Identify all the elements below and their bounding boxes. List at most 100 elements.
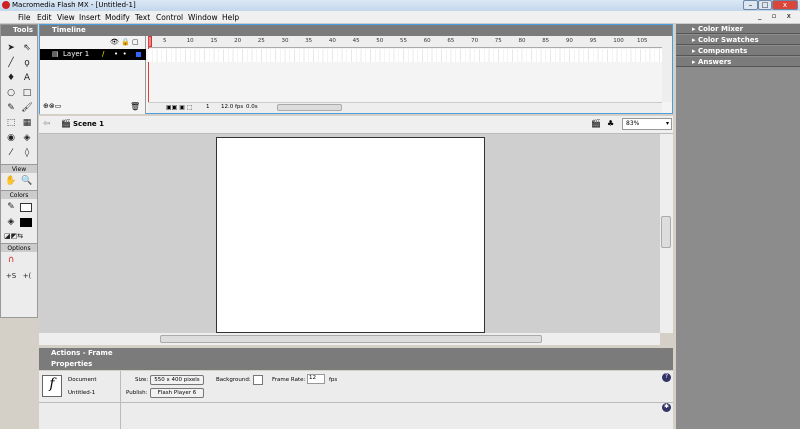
add-layer-icons[interactable]: ⊕⊗▭ bbox=[43, 102, 61, 110]
paint-bucket-tool-icon[interactable]: ◈ bbox=[20, 131, 34, 145]
frame-ruler[interactable]: 5 10 15 20 25 30 35 40 45 50 55 60 65 70 75 80 85 90 95 100… bbox=[148, 36, 662, 48]
scene-name: Scene 1 bbox=[73, 120, 104, 128]
pencil-tool-icon[interactable]: ✎ bbox=[4, 101, 18, 115]
frame-rate-input[interactable]: 12 bbox=[307, 374, 325, 384]
menu-text[interactable]: Text bbox=[135, 13, 150, 22]
frame-number: 100 bbox=[613, 38, 624, 44]
timeline-hscroll-thumb[interactable] bbox=[277, 104, 342, 111]
frame-number: 95 bbox=[589, 38, 597, 44]
back-arrow-icon[interactable]: ⇦ bbox=[43, 119, 51, 129]
frame-number: 75 bbox=[494, 38, 502, 44]
lasso-tool-icon[interactable]: ϙ bbox=[20, 56, 34, 70]
frame-track[interactable] bbox=[148, 49, 662, 62]
menu-insert[interactable]: Insert bbox=[79, 13, 101, 22]
background-color-swatch[interactable] bbox=[253, 375, 263, 385]
eraser-tool-icon[interactable]: ◊ bbox=[20, 146, 34, 160]
free-transform-tool-icon[interactable]: ⬚ bbox=[4, 116, 18, 130]
vscroll-thumb[interactable] bbox=[661, 216, 671, 248]
document-window-controls[interactable]: _ ▫ x bbox=[758, 12, 798, 22]
publish-button[interactable]: Flash Player 6 bbox=[150, 388, 204, 398]
line-tool-icon[interactable]: ╱ bbox=[4, 56, 18, 70]
menu-window[interactable]: Window bbox=[188, 13, 218, 22]
size-label: Size: bbox=[135, 377, 149, 383]
color-mixer-panel-header[interactable]: ▸ Color Mixer bbox=[676, 24, 800, 34]
help-icon[interactable]: ? bbox=[662, 373, 671, 382]
frame-number: 25 bbox=[257, 38, 265, 44]
frame-number: 15 bbox=[210, 38, 218, 44]
title-bar: Macromedia Flash MX - [Untitled-1] – □ x bbox=[0, 0, 800, 11]
frame-rate-label: Frame Rate: bbox=[272, 377, 306, 383]
properties-panel-header[interactable]: Properties bbox=[39, 359, 673, 370]
stage[interactable] bbox=[216, 137, 485, 333]
subselect-tool-icon[interactable]: ⇖ bbox=[20, 41, 34, 55]
edit-symbol-icon[interactable]: ♣ bbox=[607, 119, 614, 128]
pen-tool-icon[interactable]: ♦ bbox=[4, 71, 18, 85]
rectangle-tool-icon[interactable]: □ bbox=[20, 86, 34, 100]
size-button[interactable]: 550 x 400 pixels bbox=[150, 375, 204, 385]
fill-color-icon[interactable]: ◈ bbox=[4, 215, 18, 229]
minimize-button[interactable]: – bbox=[743, 0, 758, 10]
menu-help[interactable]: Help bbox=[222, 13, 239, 22]
hand-tool-icon[interactable]: ✋ bbox=[4, 174, 18, 188]
menu-control[interactable]: Control bbox=[156, 13, 183, 22]
components-panel-header[interactable]: ▸ Components bbox=[676, 46, 800, 56]
current-frame: 1 bbox=[206, 104, 210, 110]
color-options-icons[interactable]: ◪◩⇆ bbox=[4, 229, 23, 243]
edit-scene-icon[interactable]: 🎬 bbox=[591, 119, 601, 128]
snap-magnet-icon[interactable]: ∩ bbox=[4, 253, 18, 267]
maximize-button[interactable]: □ bbox=[758, 0, 772, 10]
oval-tool-icon[interactable]: ○ bbox=[4, 86, 18, 100]
background-label: Background: bbox=[216, 377, 251, 383]
brush-tool-icon[interactable]: 🖌 bbox=[20, 101, 34, 115]
hscroll-thumb[interactable] bbox=[160, 335, 542, 343]
straighten-icon[interactable]: +( bbox=[20, 269, 34, 283]
tools-panel: Tools ➤ ⇖ ╱ ϙ ♦ A ○ □ ✎ 🖌 ⬚ ▦ ◉ ◈ ⁄ ◊ Vi… bbox=[0, 24, 38, 318]
onion-skin-icons[interactable]: ▣▣ ▣ ⬚ bbox=[166, 104, 193, 111]
text-tool-icon[interactable]: A bbox=[20, 71, 34, 85]
timeline-vscroll[interactable] bbox=[662, 36, 672, 102]
zoom-tool-icon[interactable]: 🔍 bbox=[20, 174, 34, 188]
actions-panel-header[interactable]: Actions - Frame bbox=[39, 348, 673, 359]
arrow-tool-icon[interactable]: ➤ bbox=[4, 41, 18, 55]
timeline-status-bar: ▣▣ ▣ ⬚ 1 12.0 fps 0.0s bbox=[148, 102, 662, 113]
layer-visibility-lock-outline-icons[interactable]: 👁 🔒 ▢ bbox=[110, 38, 139, 46]
menu-modify[interactable]: Modify bbox=[105, 13, 130, 22]
doc-name: Untitled-1 bbox=[68, 390, 96, 396]
smooth-icon[interactable]: +S bbox=[4, 269, 18, 283]
trash-icon[interactable]: 🗑 bbox=[130, 102, 140, 111]
frame-number: 105 bbox=[637, 38, 648, 44]
ink-bottle-tool-icon[interactable]: ◉ bbox=[4, 131, 18, 145]
pasteboard bbox=[39, 134, 660, 333]
panel-label: Components bbox=[697, 47, 748, 55]
menu-view[interactable]: View bbox=[57, 13, 75, 22]
timeline-title: Timeline bbox=[40, 25, 672, 36]
tools-title: Tools bbox=[1, 25, 37, 36]
color-swatches-panel-header[interactable]: ▸ Color Swatches bbox=[676, 35, 800, 45]
frame-number: 45 bbox=[352, 38, 360, 44]
panel-label: Color Mixer bbox=[697, 25, 744, 33]
divider bbox=[39, 402, 673, 403]
close-button[interactable]: x bbox=[772, 0, 798, 10]
frame-number: 50 bbox=[376, 38, 384, 44]
menu-edit[interactable]: Edit bbox=[37, 13, 52, 22]
layer-color-icon bbox=[136, 52, 141, 57]
stage-hscroll[interactable] bbox=[39, 333, 660, 345]
accessibility-icon[interactable]: ✱ bbox=[662, 403, 671, 412]
doc-type: Document bbox=[68, 377, 97, 383]
stroke-color-swatch[interactable] bbox=[20, 203, 32, 212]
publish-label: Publish: bbox=[126, 390, 148, 396]
stage-vscroll[interactable] bbox=[660, 134, 673, 333]
eyedropper-tool-icon[interactable]: ⁄ bbox=[4, 146, 18, 160]
fill-color-swatch[interactable] bbox=[20, 218, 32, 227]
fill-transform-tool-icon[interactable]: ▦ bbox=[20, 116, 34, 130]
layer-row[interactable]: ▤ Layer 1 / • • bbox=[40, 49, 146, 60]
scene-icon: 🎬 bbox=[61, 119, 71, 128]
zoom-value: 83% bbox=[626, 120, 640, 127]
zoom-select[interactable]: 83% ▾ bbox=[622, 118, 672, 130]
answers-panel-header[interactable]: ▸ Answers bbox=[676, 57, 800, 67]
menu-file[interactable]: File bbox=[18, 13, 31, 22]
frame-number: 70 bbox=[471, 38, 479, 44]
layer-dots: • • bbox=[114, 50, 127, 58]
frame-number: 65 bbox=[447, 38, 455, 44]
stroke-color-icon[interactable]: ✎ bbox=[4, 200, 18, 214]
